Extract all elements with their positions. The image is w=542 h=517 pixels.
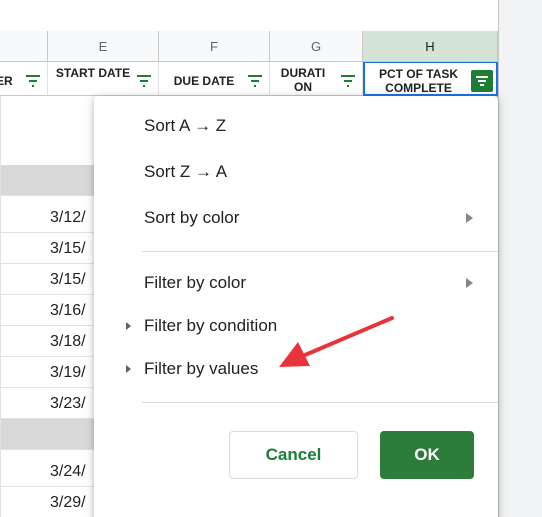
menu-item-label: Filter by color — [144, 273, 247, 292]
column-letter-h: H — [425, 38, 435, 54]
header-cell-start-date: START DATE — [48, 62, 159, 96]
filter-icon[interactable] — [340, 75, 356, 87]
menu-divider — [142, 251, 498, 252]
submenu-arrow-icon — [466, 213, 473, 223]
cancel-button[interactable]: Cancel — [229, 431, 358, 479]
start-date-cell[interactable]: 3/23/ — [50, 395, 86, 413]
header-cell-pct-complete: PCT OF TASK COMPLETE — [363, 62, 498, 96]
header-label-start-date: START DATE — [55, 66, 131, 80]
column-letter-f: F — [210, 38, 218, 54]
filter-active-icon[interactable] — [471, 70, 493, 92]
grid-line — [0, 96, 1, 517]
column-header-f[interactable]: F — [159, 31, 270, 62]
menu-item-sort-a-z[interactable]: Sort A → Z — [94, 108, 498, 144]
column-header-h[interactable]: H — [363, 31, 498, 62]
menu-divider — [142, 402, 498, 403]
submenu-arrow-icon — [466, 278, 473, 288]
menu-item-label: Filter by values — [144, 359, 259, 378]
column-header-g[interactable]: G — [270, 31, 363, 62]
column-header-e[interactable]: E — [48, 31, 159, 62]
column-letter-e: E — [98, 38, 108, 54]
header-label-due-date: DUE DATE — [173, 74, 235, 88]
menu-item-label: Sort by color — [144, 208, 240, 227]
menu-item-label: Sort A → Z — [144, 116, 227, 135]
header-cell-d: ER — [0, 62, 48, 96]
menu-item-filter-by-values[interactable]: Filter by values — [94, 351, 498, 387]
filter-icon[interactable] — [136, 75, 152, 87]
header-label-d: ER — [0, 74, 13, 88]
menu-item-filter-by-condition[interactable]: Filter by condition — [94, 308, 498, 344]
expand-arrow-icon — [126, 365, 131, 373]
menu-item-label: Sort Z → A — [144, 162, 228, 181]
column-letter-g: G — [310, 38, 322, 54]
start-date-cell[interactable]: 3/18/ — [50, 333, 86, 351]
header-cell-duration: DURATI ON — [270, 62, 363, 96]
filter-icon[interactable] — [247, 75, 263, 87]
menu-item-sort-by-color[interactable]: Sort by color — [94, 200, 498, 236]
sheet-margin — [498, 0, 542, 517]
menu-item-sort-z-a[interactable]: Sort Z → A — [94, 154, 498, 190]
toolbar-strip — [0, 0, 498, 31]
header-cell-due-date: DUE DATE — [159, 62, 270, 96]
expand-arrow-icon — [126, 322, 131, 330]
filter-icon[interactable] — [25, 75, 41, 87]
header-label-duration: DURATI ON — [280, 66, 326, 94]
start-date-cell[interactable]: 3/29/ — [50, 494, 86, 512]
menu-item-filter-by-color[interactable]: Filter by color — [94, 265, 498, 301]
ok-button[interactable]: OK — [380, 431, 474, 479]
start-date-cell[interactable]: 3/19/ — [50, 364, 86, 382]
column-header-d[interactable] — [0, 31, 48, 62]
menu-item-label: Filter by condition — [144, 316, 278, 335]
start-date-cell[interactable]: 3/12/ — [50, 209, 86, 227]
start-date-cell[interactable]: 3/15/ — [50, 240, 86, 258]
start-date-cell[interactable]: 3/16/ — [50, 302, 86, 320]
header-label-pct-complete: PCT OF TASK COMPLETE — [378, 67, 459, 95]
start-date-cell[interactable]: 3/24/ — [50, 463, 86, 481]
filter-menu: Sort A → Z Sort Z → A Sort by color Filt… — [94, 96, 498, 517]
start-date-cell[interactable]: 3/15/ — [50, 271, 86, 289]
